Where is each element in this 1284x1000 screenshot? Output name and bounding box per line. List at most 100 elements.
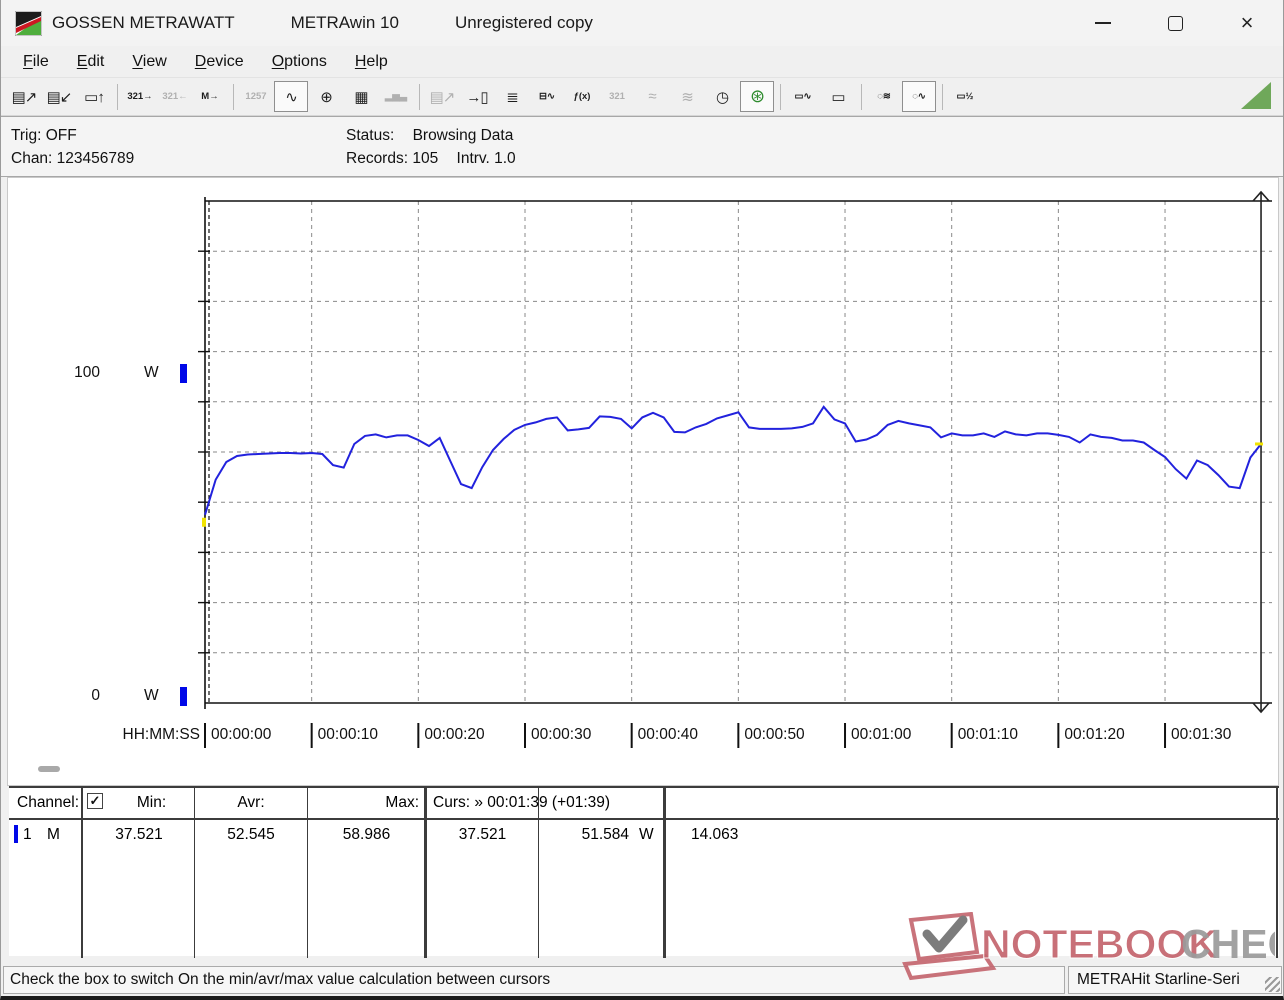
device-display-button: 321 [600,81,634,112]
curve-chart-view-button[interactable]: ∿ [274,81,308,112]
x-axis-tick-label: 00:00:10 [317,726,378,743]
open-folder-button[interactable]: ▭↑ [77,81,111,112]
x-axis-tick-label: 00:00:40 [637,726,699,743]
channel-color-marker-bottom [180,687,187,706]
channel-color-marker-top [180,364,187,383]
y-axis-max-label: 100 [74,364,100,381]
channel-list: Chan: 123456789 [11,150,135,167]
device-name-status: METRAHit Starline-Seri [1068,966,1282,994]
x-axis-tick-label: 00:00:20 [424,726,485,743]
minmax-checkbox[interactable]: ✓ [87,793,103,809]
col-header-channel: Channel: [17,794,80,811]
display-1257-button: 1257 [239,81,273,112]
records-count: Records: 105 [346,150,439,167]
col-header-max: Max: [385,794,419,811]
single-trace-button: ≈ [635,81,669,112]
multi-trace-button: ≋ [670,81,704,112]
app-logo-icon [14,10,43,36]
save-data-file-button[interactable]: ▤↙ [42,81,76,112]
maximize-button[interactable] [1139,0,1211,46]
splitter-handle[interactable] [38,766,60,772]
brand-title: GOSSEN METRAWATT [52,13,235,32]
row-channel-number: 1 [23,826,32,843]
col-header-avr: Avr: [237,794,265,811]
x-axis-tick-label: 00:01:30 [1171,726,1232,743]
row-unit: W [639,826,654,843]
col-header-min: Min: [136,794,167,811]
status-bar: Check the box to switch On the min/avr/m… [1,964,1283,996]
menu-device[interactable]: Device [185,49,254,75]
toolbar: ▤↗ ▤↙ ▭↑ 321→ 321← M→ 1257 ∿ ⊕ ▦ ▂▅▃ ▤↗ →▯ ≣ ⊟∿ ƒ(x) 321… [1,78,1283,116]
formula-button[interactable]: ƒ(x) [565,81,599,112]
x-axis-tick-label: 00:01:00 [851,726,912,743]
chart-area: 100 W 0 W HH:MM:SS 00:00:00 00:00:10 00:00… [7,177,1279,786]
trigger-status: Trig: OFF [11,127,77,144]
channel-setup-button[interactable]: ≣ [495,81,529,112]
minimize-button[interactable] [1067,0,1139,46]
y-axis-min-label: 0 [91,687,100,704]
toolbar-separator [419,83,420,110]
histogram-view-button: ▂▅▃ [379,81,413,112]
y-axis-unit-top: W [144,364,159,381]
print-button[interactable]: ▭ [821,81,855,112]
x-axis-format-label: HH:MM:SS [122,726,201,743]
menu-file[interactable]: File [13,49,59,75]
title-bar: GOSSEN METRAWATT METRAwin 10 Unregistere… [1,0,1283,46]
table-view-button[interactable]: ▦ [344,81,378,112]
acquisition-info-panel: Trig: OFF Chan: 123456789 Status: Browsi… [1,116,1283,177]
toolbar-separator [117,83,118,110]
row-avr-value: 52.545 [227,826,275,843]
live-record-button[interactable]: ⊛ [740,81,774,112]
license-label: Unregistered copy [454,13,593,32]
row-cursor2-value: 51.584 [581,826,629,843]
read-device-321-button[interactable]: 321→ [123,81,157,112]
col-header-cursors: Curs: » 00:01:39 (+01:39) [433,794,611,811]
close-button[interactable]: × [1211,0,1283,46]
toolbar-separator [233,83,234,110]
x-axis-tick-label: 00:00:50 [744,726,805,743]
row-min-value: 37.521 [115,826,163,843]
row-channel-mode: M [47,826,60,843]
app-title: METRAwin 10 [290,13,399,32]
x-axis-tick-label: 00:01:10 [957,726,1019,743]
trend-chart [198,190,1272,748]
toolbar-separator [942,83,943,110]
x-axis-tick-label: 00:01:20 [1064,726,1125,743]
menu-view[interactable]: View [122,49,176,75]
toolbar-separator [780,83,781,110]
interval-value: Intrv. 1.0 [456,150,516,167]
row-delta-value: 14.063 [691,826,739,843]
row-max-value: 58.986 [342,826,391,843]
status-message: Check the box to switch On the min/avr/m… [3,966,1065,994]
print-preview-button[interactable]: ▭∿ [786,81,820,112]
export-button: ▤↗ [425,81,459,112]
xy-chart-view-button[interactable]: ⊕ [309,81,343,112]
toolbar-separator [861,83,862,110]
annotation-button[interactable]: ▭½ [948,81,982,112]
y-axis-unit-bottom: W [144,687,159,704]
menu-edit[interactable]: Edit [67,49,115,75]
green-triangle-indicator [1241,82,1271,109]
menu-help[interactable]: Help [345,49,398,75]
zoom-in-button[interactable]: ◌∿ [902,81,936,112]
time-settings-button[interactable]: ◷ [705,81,739,112]
menu-options[interactable]: Options [262,49,337,75]
row-channel-color-marker [14,825,18,843]
menu-bar: File Edit View Device Options Help [1,46,1283,78]
status-label: Status: [346,127,395,144]
read-memory-button[interactable]: M→ [193,81,227,112]
status-value: Browsing Data [412,127,514,144]
resize-grip[interactable] [1265,977,1280,992]
device-connect-button[interactable]: →▯ [460,81,494,112]
row-cursor1-value: 37.521 [458,826,507,843]
zoom-out-button[interactable]: ◌≋ [867,81,901,112]
statistics-table: Channel: ✓ Min: Avr: Max: Curs: » 00:01:… [9,786,1279,958]
app-window: GOSSEN METRAWATT METRAwin 10 Unregistere… [0,0,1284,1000]
x-axis-tick-label: 00:00:30 [531,726,592,743]
power-trace-line [204,405,1262,516]
write-device-321-button: 321← [158,81,192,112]
x-axis-tick-label: 00:00:00 [211,726,272,743]
table-header-divider [9,818,1279,820]
monitor-button[interactable]: ⊟∿ [530,81,564,112]
load-data-file-button[interactable]: ▤↗ [7,81,41,112]
